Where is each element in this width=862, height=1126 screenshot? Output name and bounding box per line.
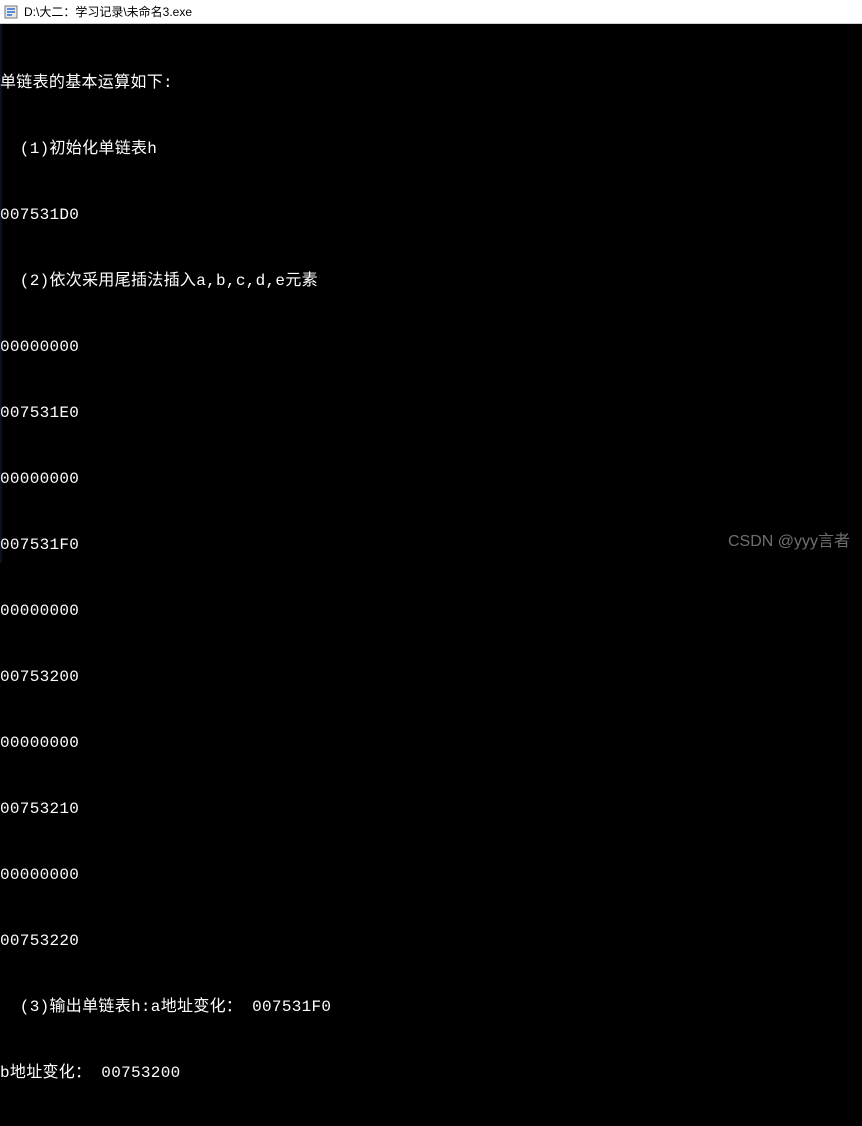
console-line: 007531D0: [0, 204, 862, 226]
app-icon: [4, 5, 18, 19]
console-line: 单链表的基本运算如下:: [0, 72, 862, 94]
console-line: 00000000: [0, 600, 862, 622]
console-line: 00753220: [0, 930, 862, 952]
console-line: 00000000: [0, 468, 862, 490]
console-line: (2)依次采用尾插法插入a,b,c,d,e元素: [0, 270, 862, 292]
console-line: 007531F0: [0, 534, 862, 556]
window-title: D:\大二：学习记录\未命名3.exe: [24, 3, 192, 20]
console-line: b地址变化： 00753200: [0, 1062, 862, 1084]
console-line: 00753210: [0, 798, 862, 820]
console-line: 007531E0: [0, 402, 862, 424]
console-line: 00000000: [0, 864, 862, 886]
console-line: 00000000: [0, 732, 862, 754]
console-line: (3)输出单链表h:a地址变化： 007531F0: [0, 996, 862, 1018]
console-line: 00753200: [0, 666, 862, 688]
window-titlebar: D:\大二：学习记录\未命名3.exe: [0, 0, 862, 24]
console-line: 00000000: [0, 336, 862, 358]
console-output[interactable]: 单链表的基本运算如下: (1)初始化单链表h 007531D0 (2)依次采用尾…: [0, 24, 862, 1126]
console-line: (1)初始化单链表h: [0, 138, 862, 160]
